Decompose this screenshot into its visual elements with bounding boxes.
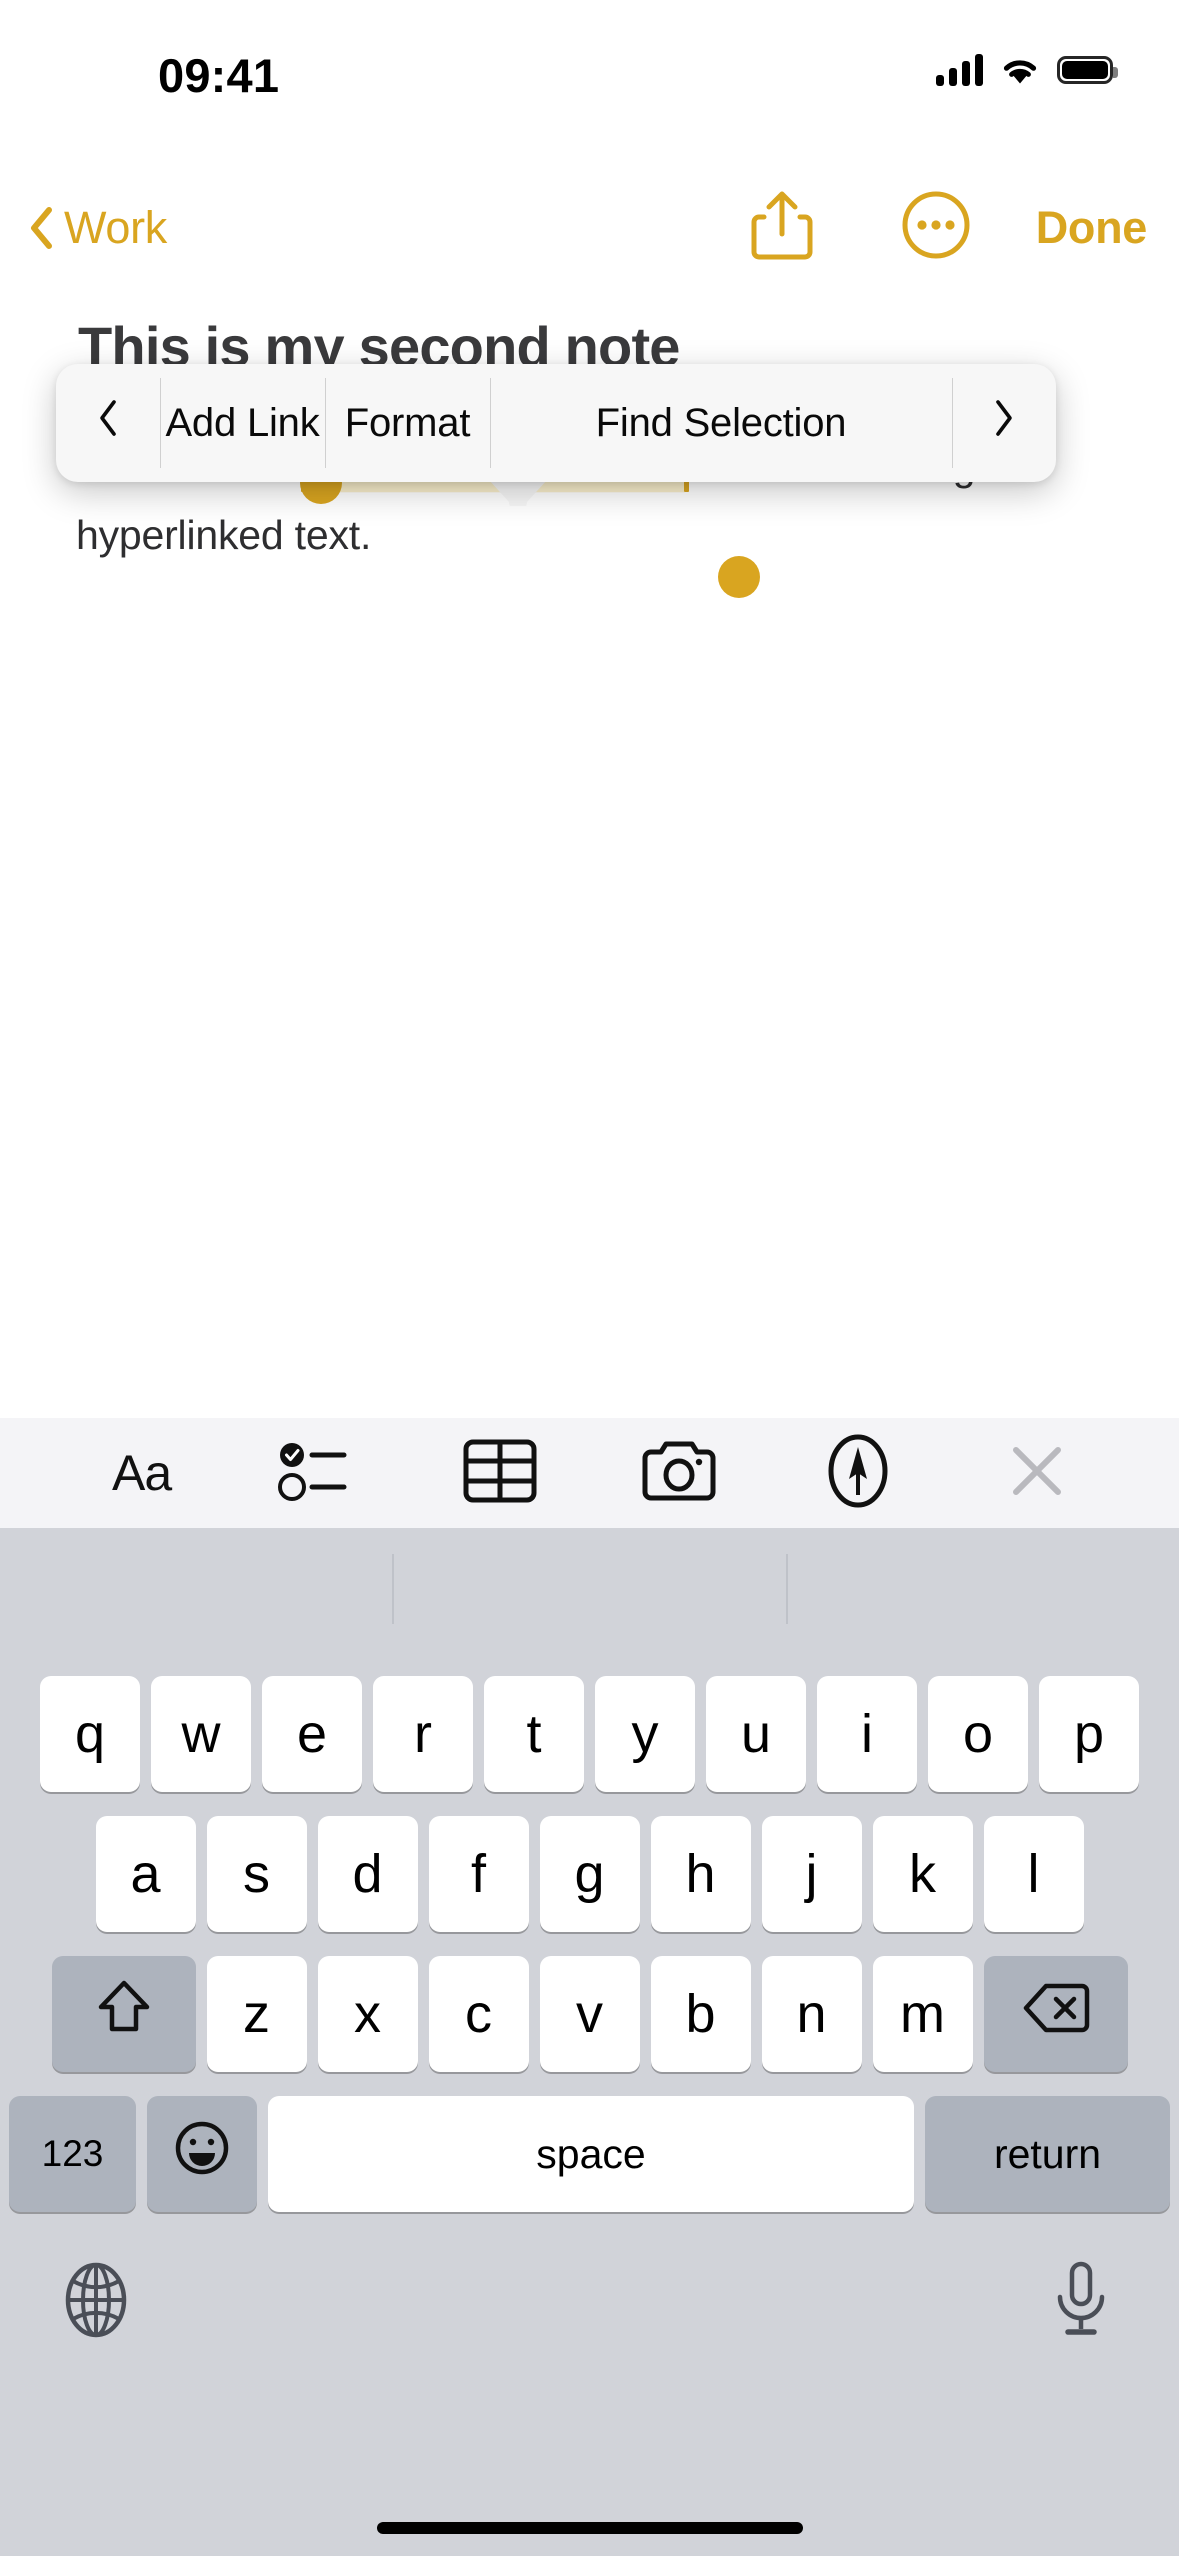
- backspace-key[interactable]: [983, 1956, 1128, 2072]
- key-k[interactable]: k: [872, 1816, 973, 1932]
- microphone-icon: [1050, 2259, 1112, 2346]
- numbers-key[interactable]: 123: [9, 2096, 136, 2212]
- share-icon: [751, 189, 813, 266]
- key-g[interactable]: g: [539, 1816, 640, 1932]
- markup-pen-icon: [825, 1433, 891, 1514]
- emoji-key[interactable]: [147, 2096, 257, 2212]
- notes-keyboard-toolbar: Aa: [0, 1418, 1179, 1528]
- dictation-key[interactable]: [1035, 2256, 1127, 2348]
- key-p[interactable]: p: [1039, 1676, 1139, 1792]
- edit-menu-tail: [489, 480, 547, 511]
- status-bar-indicators: [936, 50, 1118, 90]
- edit-menu-item-format[interactable]: Format: [325, 364, 490, 482]
- key-m[interactable]: m: [872, 1956, 973, 2072]
- space-key[interactable]: space: [268, 2096, 914, 2212]
- ellipsis-circle-icon: [900, 189, 972, 266]
- key-s[interactable]: s: [206, 1816, 307, 1932]
- edit-menu-previous-button[interactable]: [56, 364, 160, 482]
- edit-menu-next-button[interactable]: [952, 364, 1056, 482]
- key-b[interactable]: b: [650, 1956, 751, 2072]
- predictive-divider: [786, 1554, 788, 1624]
- selection-handle-end[interactable]: [718, 556, 760, 598]
- key-n[interactable]: n: [761, 1956, 862, 2072]
- key-i[interactable]: i: [817, 1676, 917, 1792]
- checklist-icon: [277, 1440, 364, 1507]
- key-v[interactable]: v: [539, 1956, 640, 2072]
- globe-icon: [58, 2260, 134, 2345]
- keyboard-row-1: q w e r t y u i o p: [0, 1676, 1179, 1792]
- home-indicator: [376, 2522, 803, 2534]
- key-y[interactable]: y: [595, 1676, 695, 1792]
- shift-key[interactable]: [51, 1956, 196, 2072]
- key-a[interactable]: a: [95, 1816, 196, 1932]
- table-icon: [462, 1438, 538, 1509]
- battery-icon: [1057, 56, 1118, 84]
- globe-key[interactable]: [50, 2256, 142, 2348]
- key-c[interactable]: c: [428, 1956, 529, 2072]
- cellular-signal-icon: [936, 54, 983, 86]
- edit-menu-item-find-selection[interactable]: Find Selection: [490, 364, 952, 482]
- key-h[interactable]: h: [650, 1816, 751, 1932]
- return-key[interactable]: return: [925, 2096, 1170, 2212]
- predictive-divider: [392, 1554, 394, 1624]
- navigation-bar: Work Done: [0, 175, 1179, 280]
- text-edit-context-menu: Add Link Format Find Selection: [56, 364, 1056, 482]
- predictive-text-bar: [0, 1528, 1179, 1646]
- chevron-right-icon: [993, 399, 1015, 447]
- table-button[interactable]: [452, 1425, 548, 1521]
- key-q[interactable]: q: [40, 1676, 140, 1792]
- keyboard-row-2: a s d f g h j k l: [0, 1816, 1179, 1932]
- emoji-icon: [174, 2120, 230, 2189]
- share-button[interactable]: [730, 175, 834, 280]
- close-keyboard-button[interactable]: [989, 1425, 1085, 1521]
- key-o[interactable]: o: [928, 1676, 1028, 1792]
- key-j[interactable]: j: [761, 1816, 862, 1932]
- key-u[interactable]: u: [706, 1676, 806, 1792]
- key-t[interactable]: t: [484, 1676, 584, 1792]
- chevron-left-icon: [97, 399, 119, 447]
- chevron-left-icon: [28, 206, 54, 250]
- keyboard-row-3: z x c v b n m: [0, 1956, 1179, 2072]
- on-screen-keyboard: q w e r t y u i o p a s d f g h j k l z …: [0, 1528, 1179, 2556]
- key-f[interactable]: f: [428, 1816, 529, 1932]
- backspace-icon: [1022, 1982, 1090, 2047]
- camera-icon: [639, 1438, 719, 1509]
- done-button[interactable]: Done: [1036, 202, 1148, 254]
- key-z[interactable]: z: [206, 1956, 307, 2072]
- status-bar: 09:41: [0, 0, 1179, 108]
- key-d[interactable]: d: [317, 1816, 418, 1932]
- key-x[interactable]: x: [317, 1956, 418, 2072]
- status-bar-time: 09:41: [158, 49, 280, 102]
- keyboard-row-4: 123 space return: [0, 2096, 1179, 2212]
- wifi-icon: [999, 54, 1041, 86]
- close-icon: [1006, 1440, 1068, 1507]
- shift-icon: [95, 1977, 153, 2052]
- format-text-button[interactable]: Aa: [94, 1425, 190, 1521]
- keyboard-bottom-row: [0, 2238, 1179, 2418]
- back-button-label: Work: [64, 201, 167, 253]
- back-button-work[interactable]: Work: [28, 175, 167, 280]
- nav-actions: Done: [730, 175, 1147, 280]
- camera-button[interactable]: [631, 1425, 727, 1521]
- checklist-button[interactable]: [273, 1425, 369, 1521]
- key-l[interactable]: l: [983, 1816, 1084, 1932]
- edit-menu-item-add-link[interactable]: Add Link: [160, 364, 325, 482]
- key-e[interactable]: e: [262, 1676, 362, 1792]
- markup-button[interactable]: [810, 1425, 906, 1521]
- more-options-button[interactable]: [884, 175, 988, 280]
- key-r[interactable]: r: [373, 1676, 473, 1792]
- key-w[interactable]: w: [151, 1676, 251, 1792]
